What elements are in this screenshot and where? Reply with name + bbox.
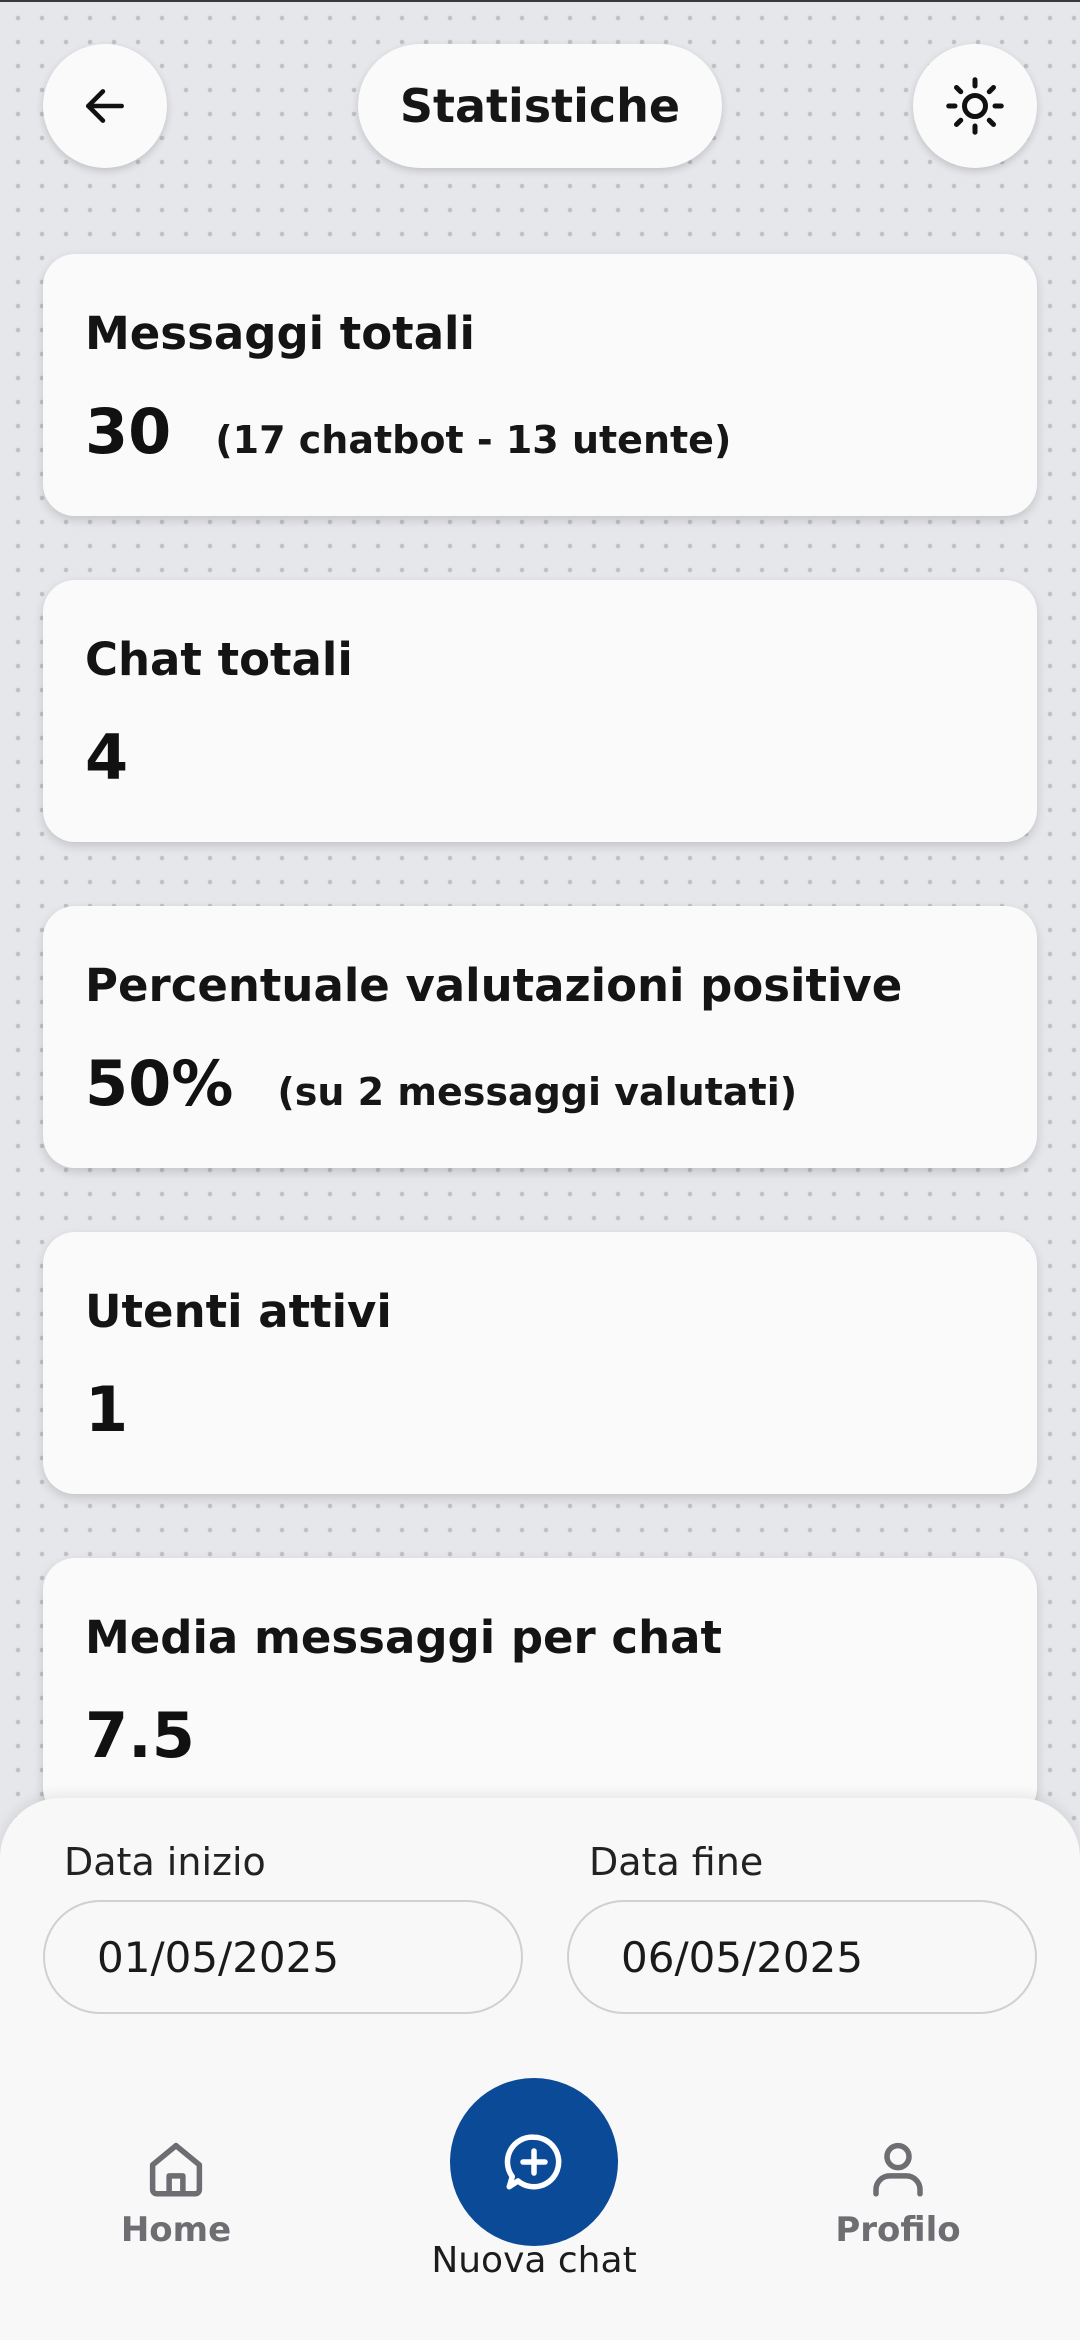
stat-card-total-messages: Messaggi totali 30 (17 chatbot - 13 uten… <box>43 254 1037 516</box>
stat-value: 1 <box>85 1373 129 1446</box>
status-line <box>0 0 1080 2</box>
sun-icon <box>946 77 1004 135</box>
stat-value: 7.5 <box>85 1699 195 1772</box>
stat-value: 4 <box>85 721 129 794</box>
end-date-value: 06/05/2025 <box>621 1932 864 1982</box>
stat-value-row: 1 <box>85 1374 995 1446</box>
stat-label: Media messaggi per chat <box>85 1611 723 1664</box>
start-date-value: 01/05/2025 <box>97 1932 340 1982</box>
new-chat-button[interactable] <box>450 2078 618 2246</box>
new-chat-label: Nuova chat <box>431 2240 637 2281</box>
page-title: Statistiche <box>358 44 722 168</box>
stat-note: (17 chatbot - 13 utente) <box>215 418 732 462</box>
start-date-field[interactable]: 01/05/2025 <box>43 1900 523 2014</box>
stat-value: 30 <box>85 395 172 468</box>
stat-label: Percentuale valutazioni positive <box>85 959 903 1012</box>
nav-home-label: Home <box>120 2210 232 2250</box>
chat-plus-icon <box>504 2134 562 2190</box>
stat-card-total-chats: Chat totali 4 <box>43 580 1037 842</box>
stat-card-positive-ratings: Percentuale valutazioni positive 50% (su… <box>43 906 1037 1168</box>
stat-value: 50% <box>85 1047 234 1120</box>
stat-value-row: 4 <box>85 722 995 794</box>
stat-label: Chat totali <box>85 633 353 686</box>
stat-value-row: 50% (su 2 messaggi valutati) <box>85 1048 995 1120</box>
arrow-left-icon <box>86 89 124 123</box>
home-icon <box>149 2142 203 2197</box>
stat-value-row: 7.5 <box>85 1700 995 1772</box>
stat-label: Utenti attivi <box>85 1285 392 1338</box>
start-date-label: Data inizio <box>64 1840 266 1884</box>
end-date-label: Data fine <box>589 1840 764 1884</box>
back-button[interactable] <box>43 44 167 168</box>
nav-profile-label: Profilo <box>835 2210 961 2250</box>
user-icon <box>873 2142 923 2197</box>
nav-home[interactable]: Home <box>96 2136 256 2250</box>
stat-card-avg-messages: Media messaggi per chat 7.5 <box>43 1558 1037 1820</box>
stat-card-active-users: Utenti attivi 1 <box>43 1232 1037 1494</box>
nav-profile[interactable]: Profilo <box>818 2136 978 2250</box>
stat-note: (su 2 messaggi valutati) <box>277 1070 798 1114</box>
stat-value-row: 30 (17 chatbot - 13 utente) <box>85 396 995 468</box>
stat-label: Messaggi totali <box>85 307 475 360</box>
theme-toggle-button[interactable] <box>913 44 1037 168</box>
end-date-field[interactable]: 06/05/2025 <box>567 1900 1037 2014</box>
